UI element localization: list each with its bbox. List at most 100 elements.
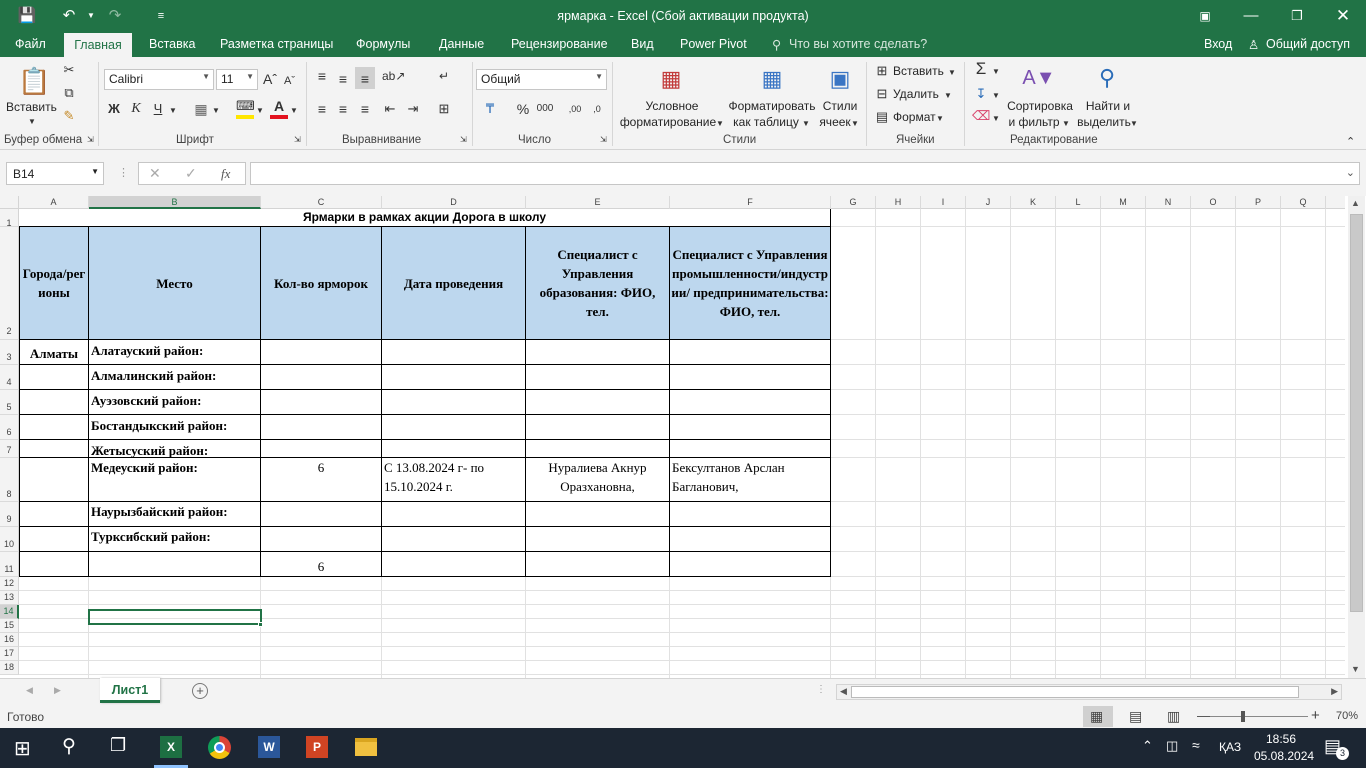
share-icon[interactable]: ♙ [1248,37,1259,52]
tab-file[interactable]: Файл [15,37,46,51]
tab-formulas[interactable]: Формулы [356,37,410,51]
align-center-icon[interactable]: ≡ [335,100,351,118]
decrease-decimal-icon[interactable]: ,0 [588,100,606,118]
row-header-9[interactable]: 9 [0,502,19,527]
zoom-out-icon[interactable]: — [1197,708,1210,723]
word-taskbar-icon[interactable]: W [258,736,280,758]
file-explorer-icon[interactable] [355,738,377,756]
medeu-date-cell[interactable]: С 13.08.2024 г- по 15.10.2024 г. [384,458,524,500]
header-edu-specialist[interactable]: Специалист с Управления образования: ФИО… [525,226,670,340]
column-header-b[interactable]: B [89,196,261,209]
row-header-8[interactable]: 8 [0,458,19,502]
column-header-e[interactable]: E [526,196,670,209]
comma-style-icon[interactable]: 000 [536,100,554,118]
zoom-in-icon[interactable]: + [1311,707,1320,724]
restore-icon[interactable]: ❐ [1286,6,1308,26]
increase-decimal-icon[interactable]: ,00 [566,100,584,118]
header-place[interactable]: Место [88,226,261,340]
fill-dropdown-icon[interactable]: ▼ [992,87,1000,105]
delete-dropdown-icon[interactable]: ▼ [944,87,952,105]
chrome-icon[interactable] [208,736,231,759]
conditional-formatting-icon[interactable]: ▦ [656,63,686,95]
total-count-cell[interactable]: 6 [261,557,381,576]
row-header-14[interactable]: 14 [0,605,19,619]
search-icon[interactable]: ⚲ [62,735,76,758]
column-header-o[interactable]: O [1191,196,1236,209]
conditional-formatting-dropdown-icon[interactable]: ▼ [716,115,724,133]
scroll-left-icon[interactable]: ◀ [840,686,847,697]
formula-input[interactable]: ⌄ [250,162,1360,185]
column-header-g[interactable]: G [831,196,876,209]
number-launcher-icon[interactable]: ⇲ [600,135,607,145]
cell-styles-dropdown-icon[interactable]: ▼ [851,115,859,133]
column-header-f[interactable]: F [670,196,831,209]
number-format-combo[interactable]: Общий ▼ [476,69,607,90]
sort-filter-label-1[interactable]: Сортировка [1006,98,1074,114]
row-header-4[interactable]: 4 [0,365,19,390]
format-cells-button[interactable]: Формат [893,109,936,125]
row-header-13[interactable]: 13 [0,591,19,605]
horizontal-scroll-thumb[interactable] [851,686,1299,698]
scroll-up-icon[interactable]: ▲ [1351,198,1360,208]
district-cell[interactable]: Медеуский район: [91,458,259,477]
district-cell[interactable]: Ауэзовский район: [91,391,259,410]
resize-handle-icon[interactable]: ⋮ [118,166,129,180]
enter-icon[interactable]: ✓ [185,165,197,182]
column-header-j[interactable]: J [966,196,1011,209]
sort-filter-dropdown-icon[interactable]: ▼ [1062,115,1070,133]
district-cell[interactable]: Турксибский район: [91,527,259,546]
medeu-industry-specialist-cell[interactable]: Бексултанов Арслан Багланович, [672,458,829,500]
row-header-17[interactable]: 17 [0,647,19,661]
increase-font-icon[interactable]: Aˆ [263,70,277,88]
row-header-11[interactable]: 11 [0,552,19,577]
row-header-18[interactable]: 18 [0,661,19,675]
conditional-formatting-label-1[interactable]: Условное [620,98,724,114]
table-title[interactable]: Ярмарки в рамках акции Дорога в школу [19,209,831,226]
district-cell[interactable]: Алатауский район: [91,341,259,360]
insert-function-button[interactable]: fx [221,166,230,182]
fill-color-icon[interactable]: ⌨ [236,97,255,119]
copy-icon[interactable]: ⧉ [60,84,78,102]
cell-styles-label-2[interactable]: ячеек [818,114,852,130]
vertical-scrollbar[interactable]: ▲ ▼ [1348,196,1365,678]
wifi-icon[interactable]: ≈ [1192,737,1200,753]
increase-indent-icon[interactable]: ⇥ [404,100,422,118]
column-header-n[interactable]: N [1146,196,1191,209]
tab-view[interactable]: Вид [631,37,654,51]
row-header-15[interactable]: 15 [0,619,19,633]
delete-cells-button[interactable]: Удалить [893,86,939,102]
align-bottom-icon[interactable]: ≡ [355,67,375,89]
sort-filter-icon[interactable]: A▼ [1022,62,1056,94]
font-color-dropdown-icon[interactable]: ▼ [290,102,298,120]
column-header-i[interactable]: I [921,196,966,209]
align-left-icon[interactable]: ≡ [314,100,330,118]
fill-handle[interactable] [258,622,263,627]
row-header-2[interactable]: 2 [0,227,19,340]
format-as-table-icon[interactable]: ▦ [756,63,788,95]
column-header-h[interactable]: H [876,196,921,209]
medeu-edu-specialist-cell[interactable]: Нуралиева Акнур Оразхановна, [527,458,668,500]
district-cell[interactable]: Наурызбайский район: [91,502,259,521]
collapse-ribbon-icon[interactable]: ⌃ [1346,133,1355,151]
decrease-indent-icon[interactable]: ⇤ [381,100,399,118]
bold-button[interactable]: Ж [106,100,122,118]
add-sheet-icon[interactable]: + [192,683,208,699]
row-header-3[interactable]: 3 [0,340,19,365]
format-as-table-label-2[interactable]: как таблицу [730,114,802,130]
select-all-corner[interactable] [0,196,19,209]
clear-dropdown-icon[interactable]: ▼ [992,110,1000,128]
borders-icon[interactable]: ▦ [193,100,209,118]
page-layout-view-icon[interactable]: ▤ [1129,708,1142,725]
column-header-q[interactable]: Q [1281,196,1326,209]
find-select-label-1[interactable]: Найти и [1082,98,1134,114]
column-header-a[interactable]: A [19,196,89,209]
borders-dropdown-icon[interactable]: ▼ [212,102,220,120]
column-header-p[interactable]: P [1236,196,1281,209]
conditional-formatting-label-2[interactable]: форматирование [616,114,720,130]
name-box[interactable]: B14 ▼ [6,162,104,185]
format-as-table-label-1[interactable]: Форматировать [726,98,818,114]
next-sheet-icon[interactable]: ▶ [54,685,61,696]
tab-insert[interactable]: Вставка [149,37,195,51]
scroll-right-icon[interactable]: ▶ [1331,686,1338,697]
format-cells-icon[interactable]: ▤ [874,108,890,126]
